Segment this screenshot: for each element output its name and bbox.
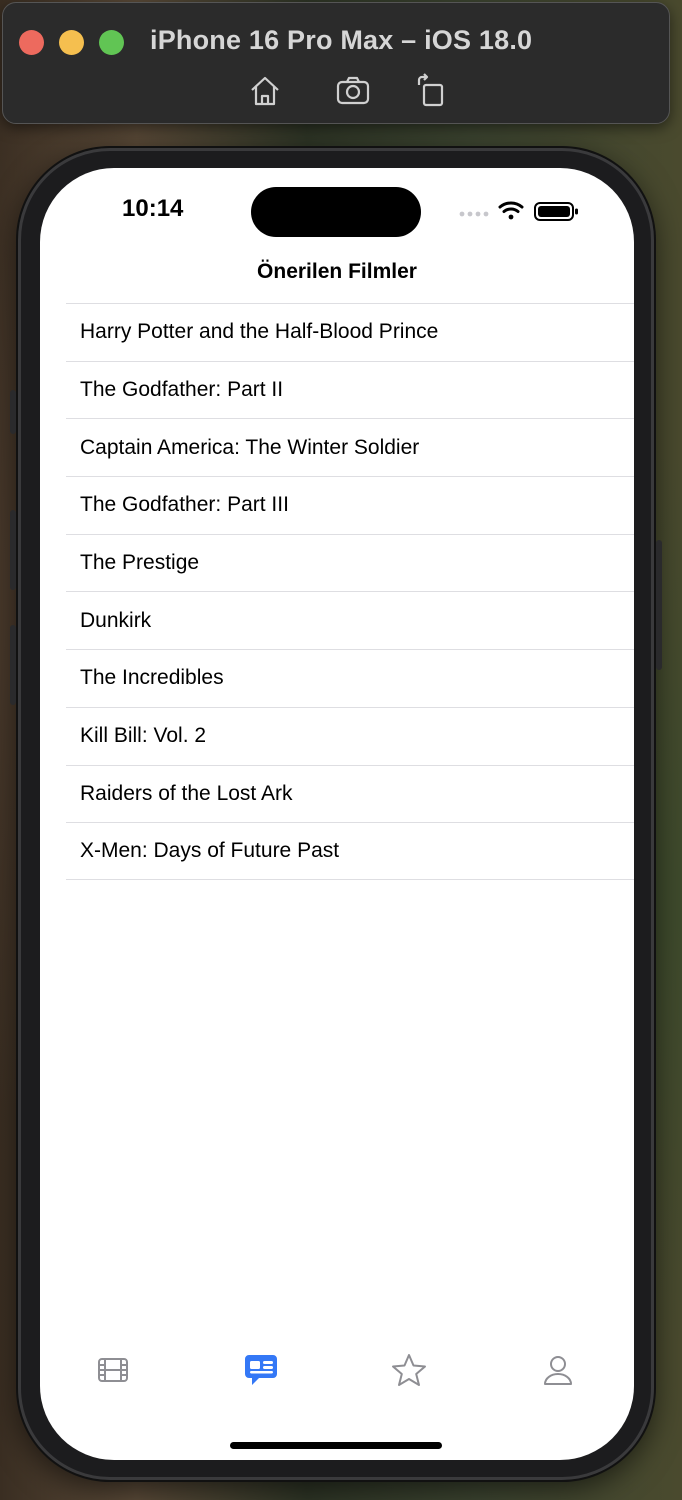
rotate-icon[interactable]	[413, 73, 449, 109]
battery-icon	[534, 202, 578, 221]
home-indicator	[230, 1442, 442, 1449]
nav-title: Önerilen Filmler	[257, 260, 417, 283]
list-item[interactable]: Raiders of the Lost Ark	[66, 764, 634, 823]
close-window-button[interactable]	[19, 30, 44, 55]
wifi-icon	[498, 201, 524, 220]
minimize-window-button[interactable]	[59, 30, 84, 55]
list-item[interactable]: The Incredibles	[66, 649, 634, 707]
film-icon	[98, 1358, 128, 1382]
list-item[interactable]: Harry Potter and the Half-Blood Prince	[66, 303, 634, 361]
person-icon	[544, 1356, 572, 1385]
simulator-toolbar: iPhone 16 Pro Max – iOS 18.0	[2, 2, 670, 124]
side-button[interactable]	[656, 540, 662, 670]
volume-down-button[interactable]	[10, 625, 16, 705]
zoom-window-button[interactable]	[99, 30, 124, 55]
recommendations-icon	[245, 1355, 277, 1385]
simulator-title: iPhone 16 Pro Max – iOS 18.0	[150, 25, 533, 55]
list-item[interactable]: The Godfather: Part III	[66, 476, 634, 534]
list-item[interactable]: X-Men: Days of Future Past	[66, 822, 634, 880]
tab-profile[interactable]	[534, 1348, 582, 1392]
action-button[interactable]	[10, 390, 16, 434]
volume-up-button[interactable]	[10, 510, 16, 590]
list-item[interactable]: Dunkirk	[66, 591, 634, 649]
cellular-dots-icon	[459, 211, 489, 217]
list-item[interactable]: The Prestige	[66, 533, 634, 592]
home-icon[interactable]	[247, 73, 283, 109]
status-icons	[458, 200, 580, 222]
tab-bar	[40, 1348, 634, 1398]
list-item[interactable]: Kill Bill: Vol. 2	[66, 706, 634, 765]
screenshot-icon[interactable]	[335, 73, 371, 109]
movie-list: Harry Potter and the Half-Blood Prince T…	[66, 303, 634, 880]
tab-films[interactable]	[89, 1348, 137, 1392]
list-item[interactable]: The Godfather: Part II	[66, 360, 634, 419]
list-item[interactable]: Captain America: The Winter Soldier	[66, 418, 634, 476]
dynamic-island	[251, 187, 421, 237]
star-icon	[392, 1354, 426, 1386]
tab-recommendations[interactable]	[237, 1348, 285, 1392]
status-time: 10:14	[122, 195, 184, 222]
phone-screen: 10:14 Önerilen Filmler Harry Potter and …	[40, 168, 634, 1460]
tab-favorites[interactable]	[385, 1348, 433, 1392]
